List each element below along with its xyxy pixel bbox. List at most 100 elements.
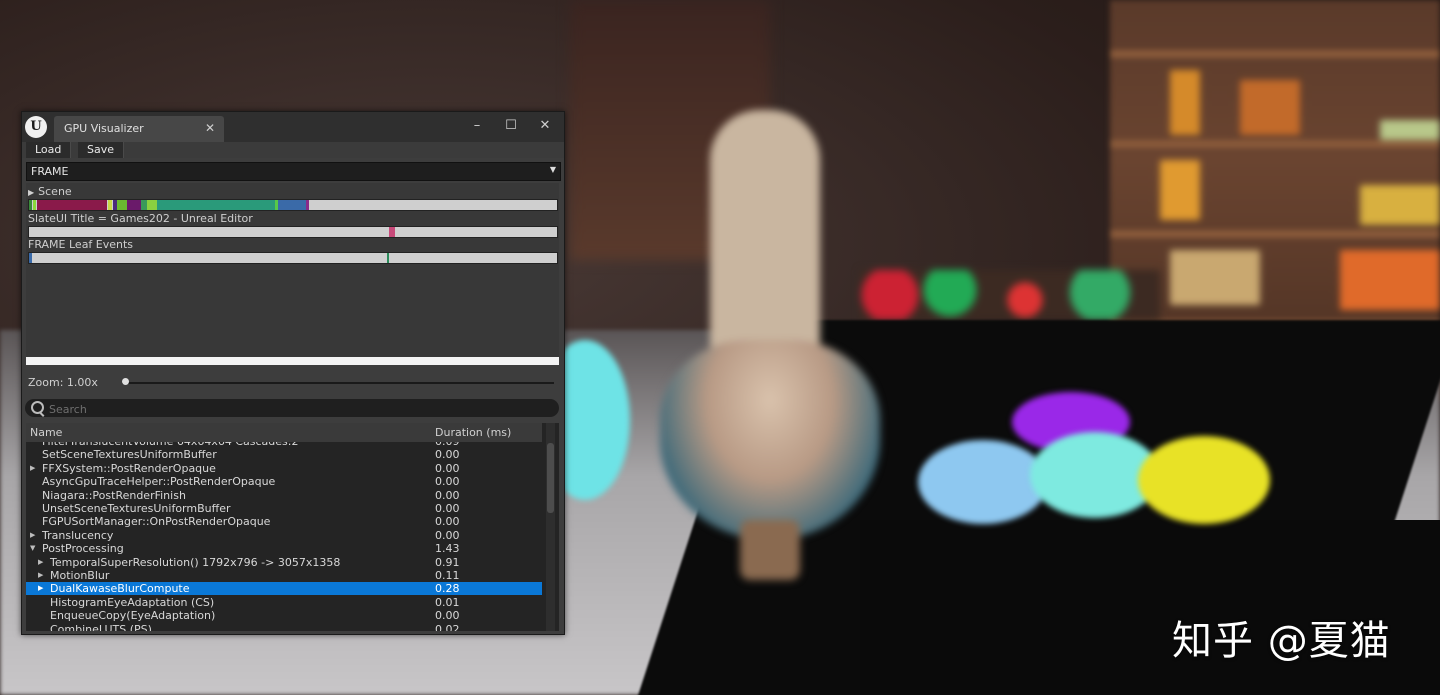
- table-row[interactable]: AsyncGpuTraceHelper::PostRenderOpaque 0.0…: [26, 475, 542, 488]
- row-name: FFXSystem::PostRenderOpaque: [42, 461, 216, 475]
- expand-arrow-icon[interactable]: ▶: [38, 556, 43, 569]
- row-name: Translucency: [42, 528, 114, 542]
- title-bar[interactable]: U GPU Visualizer ✕ – ☐ ✕: [22, 112, 564, 142]
- events-table-body: FilterTranslucentVolume 64x64x64 Cascade…: [26, 435, 542, 631]
- row-name: HistogramEyeAdaptation (CS): [50, 595, 215, 609]
- row-duration: 0.00: [435, 488, 460, 502]
- row-duration: 0.00: [435, 515, 460, 529]
- row-name: AsyncGpuTraceHelper::PostRenderOpaque: [42, 475, 276, 489]
- watermark: 知乎 @夏猫: [1172, 618, 1391, 664]
- expand-arrow-icon: ▶: [28, 188, 35, 197]
- expand-arrow-icon[interactable]: ▶: [38, 582, 43, 595]
- expand-arrow-icon[interactable]: ▶: [38, 569, 43, 582]
- search-input[interactable]: [47, 400, 551, 418]
- frame-dropdown[interactable]: FRAME ▼: [26, 162, 561, 181]
- search-icon: [31, 401, 44, 414]
- expand-arrow-icon[interactable]: ▶: [30, 529, 35, 542]
- zoom-slider-track[interactable]: [122, 382, 554, 384]
- timeline-event[interactable]: [29, 253, 32, 263]
- timeline-bar-leaf-events[interactable]: [28, 252, 558, 264]
- events-table: FilterTranslucentVolume 64x64x64 Cascade…: [26, 423, 559, 631]
- timeline-event[interactable]: [37, 200, 107, 210]
- timeline-bar-slateui[interactable]: [28, 226, 558, 238]
- row-name: UnsetSceneTexturesUniformBuffer: [42, 502, 231, 515]
- zoom-label: Zoom: 1.00x: [28, 376, 98, 389]
- chevron-down-icon: ▼: [549, 165, 556, 174]
- minimize-button[interactable]: –: [468, 118, 486, 133]
- character-model: [640, 110, 900, 580]
- table-row[interactable]: CombineLUTS (PS) 0.02: [26, 623, 542, 631]
- collapse-arrow-icon[interactable]: ▼: [30, 542, 35, 555]
- table-row[interactable]: ▶ FFXSystem::PostRenderOpaque 0.00: [26, 462, 542, 475]
- table-row[interactable]: HistogramEyeAdaptation (CS) 0.01: [26, 596, 542, 609]
- row-duration: 0.28: [435, 582, 460, 596]
- row-duration: 0.02: [435, 622, 460, 631]
- row-duration: 0.00: [435, 475, 460, 489]
- frame-dropdown-value: FRAME: [31, 165, 69, 178]
- timeline-event[interactable]: [157, 200, 275, 210]
- table-scrollbar[interactable]: [546, 423, 555, 631]
- table-row[interactable]: SetSceneTexturesUniformBuffer 0.00: [26, 448, 542, 461]
- timeline-event[interactable]: [33, 200, 36, 210]
- table-row[interactable]: ▶ MotionBlur 0.11: [26, 569, 542, 582]
- timeline-event[interactable]: [117, 200, 127, 210]
- tab-gpu-visualizer[interactable]: GPU Visualizer ✕: [54, 116, 224, 142]
- maximize-button[interactable]: ☐: [502, 118, 520, 133]
- table-row[interactable]: ▶ DualKawaseBlurCompute 0.28: [26, 582, 542, 596]
- table-row[interactable]: EnqueueCopy(EyeAdaptation) 0.00: [26, 609, 542, 622]
- timeline-event[interactable]: [278, 200, 306, 210]
- row-duration: 0.00: [435, 461, 460, 475]
- expand-arrow-icon[interactable]: ▶: [30, 462, 35, 475]
- row-name: CombineLUTS (PS): [50, 622, 152, 631]
- row-duration: 0.00: [435, 609, 460, 623]
- tab-close-icon[interactable]: ✕: [205, 121, 215, 135]
- toolbar: Load Save: [22, 142, 564, 158]
- row-duration: 0.00: [435, 448, 460, 462]
- row-name: EnqueueCopy(EyeAdaptation): [50, 609, 216, 623]
- zoom-slider-handle[interactable]: [122, 378, 129, 385]
- row-name: Niagara::PostRenderFinish: [42, 488, 186, 502]
- save-button[interactable]: Save: [78, 142, 125, 158]
- scrollbar-thumb[interactable]: [547, 443, 554, 513]
- unreal-logo-icon: U: [25, 116, 47, 138]
- column-header-duration[interactable]: Duration (ms): [435, 426, 511, 439]
- timeline-event[interactable]: [29, 200, 32, 210]
- row-duration: 0.91: [435, 555, 460, 569]
- table-row[interactable]: FGPUSortManager::OnPostRenderOpaque 0.00: [26, 515, 542, 528]
- row-name: MotionBlur: [50, 569, 110, 582]
- table-row[interactable]: Niagara::PostRenderFinish 0.00: [26, 489, 542, 502]
- tab-title: GPU Visualizer: [64, 122, 144, 135]
- row-name: TemporalSuperResolution() 1792x796 -> 30…: [50, 555, 341, 569]
- load-button[interactable]: Load: [26, 142, 72, 158]
- table-row[interactable]: ▶ Translucency 0.00: [26, 529, 542, 542]
- timeline-label: Scene: [38, 185, 72, 198]
- table-row[interactable]: ▼ PostProcessing 1.43: [26, 542, 542, 555]
- row-duration: 0.00: [435, 528, 460, 542]
- timeline-title-slateui: SlateUI Title = Games202 - Unreal Editor: [28, 212, 253, 225]
- table-row[interactable]: ▶ TemporalSuperResolution() 1792x796 -> 3…: [26, 556, 542, 569]
- yellow-light-blob: [1138, 436, 1270, 524]
- timeline-area: ▶ Scene SlateUI Title = Games202 - Unreal…: [26, 183, 559, 363]
- gpu-visualizer-window: U GPU Visualizer ✕ – ☐ ✕ Load Save FRAME…: [21, 111, 565, 635]
- timeline-event[interactable]: [389, 227, 395, 237]
- flower-garland: [860, 270, 1160, 320]
- timeline-title-scene[interactable]: ▶ Scene: [28, 185, 72, 198]
- table-row[interactable]: UnsetSceneTexturesUniformBuffer 0.00: [26, 502, 542, 515]
- table-header: Name Duration (ms): [26, 423, 542, 442]
- search-box[interactable]: [25, 399, 559, 418]
- row-duration: 0.11: [435, 569, 460, 582]
- close-button[interactable]: ✕: [536, 118, 554, 133]
- timeline-event[interactable]: [108, 200, 112, 210]
- timeline-event[interactable]: [306, 200, 309, 210]
- row-duration: 0.00: [435, 502, 460, 515]
- timeline-event[interactable]: [387, 253, 389, 263]
- timeline-bar-scene[interactable]: [28, 199, 558, 211]
- timeline-scroll-bar[interactable]: [26, 357, 559, 365]
- timeline-title-leaf-events: FRAME Leaf Events: [28, 238, 134, 251]
- row-name: FGPUSortManager::OnPostRenderOpaque: [42, 515, 271, 529]
- blue-light-blob: [918, 440, 1048, 524]
- timeline-event[interactable]: [147, 200, 157, 210]
- column-header-name[interactable]: Name: [30, 426, 62, 439]
- row-name: DualKawaseBlurCompute: [50, 582, 190, 596]
- timeline-event[interactable]: [127, 200, 141, 210]
